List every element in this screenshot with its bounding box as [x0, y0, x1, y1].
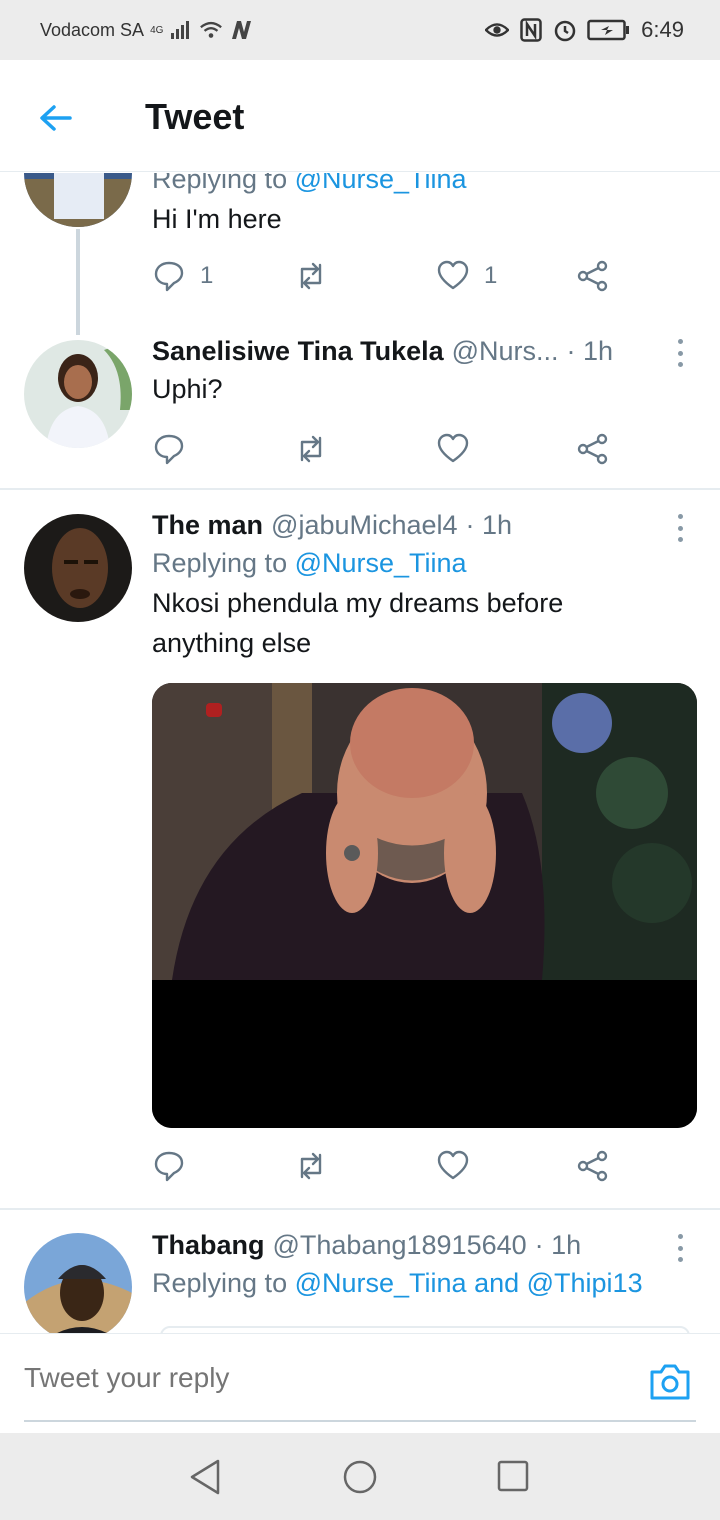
- tweet-header: Thabang @Thabang18915640 · 1h: [152, 1227, 697, 1263]
- user-handle[interactable]: @jabuMichael4: [271, 507, 458, 543]
- like-count: 1: [484, 262, 498, 289]
- reply-input[interactable]: [24, 1362, 604, 1394]
- more-icon[interactable]: [676, 514, 684, 542]
- nav-back-icon[interactable]: [186, 1457, 226, 1497]
- quoted-media-preview[interactable]: [160, 1326, 690, 1333]
- nfc-icon: [519, 18, 543, 42]
- tweet-text: Uphi?: [152, 374, 223, 404]
- share-icon: [577, 1150, 608, 1182]
- battery-icon: [587, 19, 631, 41]
- nav-recents-icon[interactable]: [494, 1457, 534, 1497]
- tweet-text: Nkosi phendula my dreams before anything…: [152, 588, 564, 658]
- share-button[interactable]: [576, 1146, 610, 1186]
- reply-count: 1: [200, 262, 214, 289]
- tweet-header: The man @jabuMichael4 · 1h: [152, 507, 697, 543]
- back-arrow-icon[interactable]: [36, 98, 76, 138]
- share-button[interactable]: [576, 256, 610, 296]
- nav-home-icon[interactable]: [340, 1457, 380, 1497]
- replying-to: Replying to @Nurse_Tiina: [152, 173, 697, 199]
- n-app-icon: [229, 18, 253, 42]
- eye-icon: [485, 18, 510, 42]
- reply-button[interactable]: [152, 1146, 186, 1186]
- retweet-icon: [300, 262, 322, 290]
- reply-icon: [154, 261, 184, 292]
- reply-icon: [154, 434, 184, 465]
- alarm-icon: [553, 18, 577, 42]
- user-handle[interactable]: @Thabang18915640: [273, 1227, 527, 1263]
- more-icon[interactable]: [676, 339, 684, 367]
- tweet-time: · 1h: [566, 336, 614, 366]
- retweet-button[interactable]: [294, 256, 328, 296]
- camera-icon[interactable]: [648, 1362, 692, 1402]
- status-bar: Vodacom SA 4G 6:49: [0, 0, 720, 60]
- thread-line: [76, 229, 80, 335]
- wifi-icon: [199, 18, 223, 42]
- reply-icon: [154, 1151, 184, 1182]
- avatar[interactable]: [24, 1233, 132, 1333]
- tweet-header: Sanelisiwe Tina Tukela @Nurs... · 1h: [152, 333, 697, 369]
- network-type: 4G: [150, 24, 164, 36]
- mention-link[interactable]: @Nurse_Tiina: [295, 548, 467, 578]
- tweet-text: Hi I'm here: [152, 204, 282, 234]
- reply-button[interactable]: 1: [152, 256, 213, 296]
- carrier-label: Vodacom SA: [40, 19, 145, 40]
- share-button[interactable]: [576, 429, 610, 469]
- like-button[interactable]: 1: [436, 256, 497, 296]
- tweet-item[interactable]: Sanelisiwe Tina Tukela @Nurs... · 1h Uph…: [0, 323, 720, 483]
- tweet-time: · 1h: [534, 1230, 582, 1260]
- like-button[interactable]: [436, 1146, 470, 1186]
- display-name[interactable]: The man: [152, 507, 263, 543]
- tweet-time: · 1h: [465, 510, 513, 540]
- tweet-media-image[interactable]: [152, 683, 697, 1128]
- like-icon: [437, 1150, 469, 1180]
- user-handle[interactable]: @Nurs...: [452, 333, 559, 369]
- share-icon: [577, 260, 608, 292]
- tweet-item[interactable]: The man @jabuMichael4 · 1h Replying to @…: [0, 490, 720, 1208]
- conversation-feed[interactable]: Replying to @Nurse_Tiina Hi I'm here 1 1: [0, 173, 720, 1333]
- retweet-icon: [300, 1152, 322, 1180]
- display-name[interactable]: Thabang: [152, 1227, 265, 1263]
- retweet-button[interactable]: [294, 429, 328, 469]
- avatar[interactable]: [24, 173, 132, 227]
- more-icon[interactable]: [676, 1234, 684, 1262]
- tweet-item[interactable]: Thabang @Thabang18915640 · 1h Replying t…: [0, 1210, 720, 1333]
- replying-to: Replying to @Nurse_Tiina: [152, 548, 467, 578]
- system-nav-bar: [0, 1433, 720, 1520]
- avatar[interactable]: [24, 514, 132, 622]
- replying-to: Replying to @Nurse_Tiina and @Thipi13: [152, 1268, 643, 1298]
- app-header: Tweet: [0, 60, 720, 172]
- reply-button[interactable]: [152, 429, 186, 469]
- retweet-icon: [300, 435, 322, 463]
- display-name[interactable]: Sanelisiwe Tina Tukela: [152, 333, 444, 369]
- mention-link[interactable]: @Nurse_Tiina and @Thipi13: [295, 1268, 643, 1298]
- avatar[interactable]: [24, 340, 132, 448]
- signal-icon: [169, 18, 193, 42]
- like-button[interactable]: [436, 429, 470, 469]
- retweet-button[interactable]: [294, 1146, 328, 1186]
- reply-underline: [24, 1420, 696, 1422]
- page-title: Tweet: [145, 96, 245, 137]
- share-icon: [577, 433, 608, 465]
- mention-link[interactable]: @Nurse_Tiina: [295, 173, 467, 194]
- like-icon: [437, 433, 469, 463]
- reply-bar: [0, 1333, 720, 1433]
- clock-time: 6:49: [641, 17, 684, 42]
- like-icon: [437, 260, 469, 290]
- tweet-item[interactable]: Replying to @Nurse_Tiina Hi I'm here 1 1: [0, 173, 720, 335]
